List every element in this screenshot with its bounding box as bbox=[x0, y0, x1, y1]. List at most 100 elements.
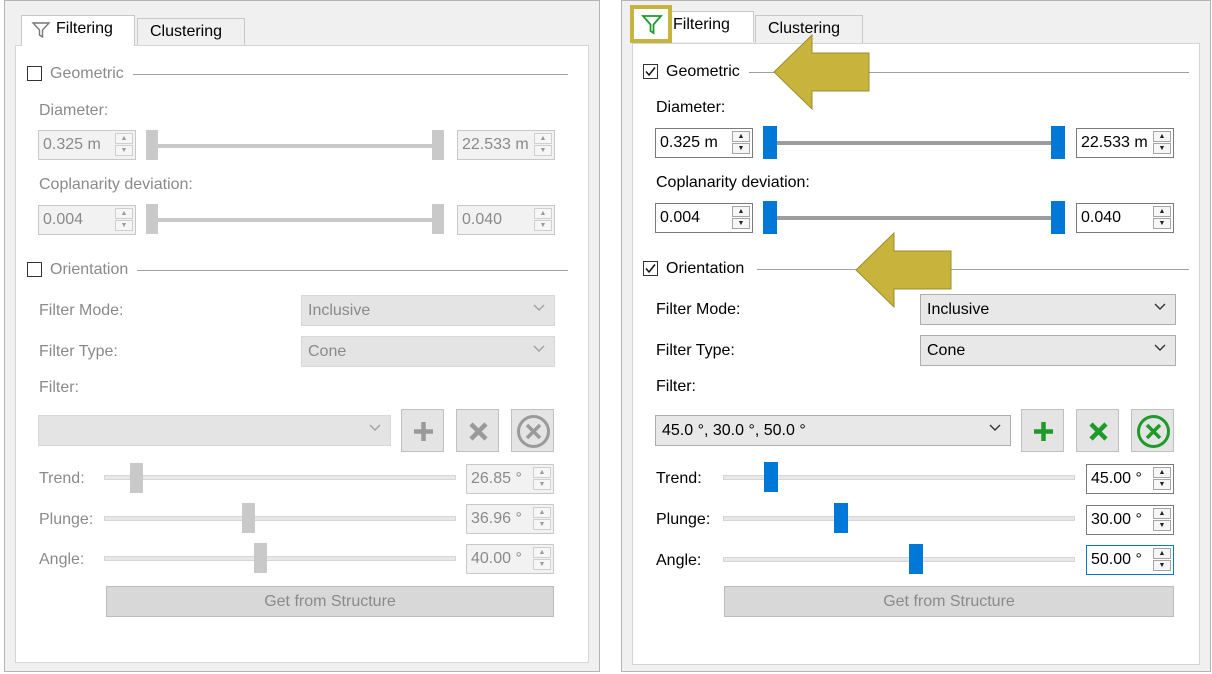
clear-filters-button[interactable] bbox=[1131, 409, 1174, 452]
plunge-slider-handle[interactable] bbox=[242, 503, 255, 533]
spin-buttons[interactable]: ▲ ▼ bbox=[1153, 548, 1171, 572]
trend-label: Trend: bbox=[656, 470, 702, 487]
orientation-label: Orientation bbox=[50, 261, 129, 278]
spin-buttons[interactable]: ▲ ▼ bbox=[1153, 206, 1171, 230]
coplanarity-max-handle[interactable] bbox=[432, 204, 444, 234]
spin-buttons[interactable]: ▲ ▼ bbox=[1153, 131, 1171, 155]
filter-label: Filter: bbox=[656, 378, 696, 395]
angle-slider-track[interactable] bbox=[723, 557, 1075, 562]
trend-value: 26.85 ° bbox=[471, 470, 522, 487]
filter-list-select[interactable]: 45.0 °, 30.0 °, 50.0 ° bbox=[655, 415, 1011, 446]
get-from-structure-button[interactable]: Get from Structure bbox=[106, 586, 554, 617]
diameter-label: Diameter: bbox=[39, 102, 109, 119]
plunge-spinbox[interactable]: 36.96 ° ▲ ▼ bbox=[466, 504, 554, 534]
coplanarity-range-track[interactable] bbox=[152, 218, 442, 222]
diameter-label: Diameter: bbox=[656, 99, 726, 116]
trend-slider-track[interactable] bbox=[104, 475, 456, 480]
coplanarity-min-spinbox[interactable]: 0.004 ▲ ▼ bbox=[655, 203, 753, 233]
diameter-max-spinbox[interactable]: 22.533 m ▲ ▼ bbox=[457, 130, 555, 160]
trend-slider-handle[interactable] bbox=[764, 462, 778, 492]
coplanarity-max-value: 0.040 bbox=[1081, 209, 1122, 226]
angle-value: 40.00 ° bbox=[471, 550, 522, 567]
remove-filter-button[interactable] bbox=[1076, 409, 1119, 452]
geometric-label: Geometric bbox=[666, 63, 740, 80]
plunge-spinbox[interactable]: 30.00 ° ▲ ▼ bbox=[1086, 505, 1174, 535]
angle-label: Angle: bbox=[39, 551, 85, 568]
spin-buttons[interactable]: ▲ ▼ bbox=[115, 133, 133, 157]
angle-slider-track[interactable] bbox=[104, 556, 456, 561]
geometric-checkbox[interactable] bbox=[27, 66, 42, 81]
plunge-slider-track[interactable] bbox=[104, 516, 456, 521]
spin-buttons[interactable]: ▲ ▼ bbox=[732, 131, 750, 155]
coplanarity-max-spinbox[interactable]: 0.040 ▲ ▼ bbox=[457, 205, 555, 235]
funnel-icon-highlight[interactable] bbox=[630, 5, 672, 43]
filter-mode-select[interactable]: Inclusive bbox=[920, 294, 1176, 325]
angle-slider-handle[interactable] bbox=[254, 543, 267, 573]
filter-mode-select[interactable]: Inclusive bbox=[301, 295, 555, 326]
spin-buttons[interactable]: ▲ ▼ bbox=[1153, 467, 1171, 491]
filter-type-select[interactable]: Cone bbox=[301, 336, 555, 367]
angle-value: 50.00 ° bbox=[1091, 551, 1142, 568]
diameter-min-handle[interactable] bbox=[146, 130, 158, 160]
chevron-down-icon bbox=[1154, 303, 1166, 310]
trend-slider-handle[interactable] bbox=[130, 463, 143, 493]
filter-label: Filter: bbox=[39, 379, 79, 396]
coplanarity-max-spinbox[interactable]: 0.040 ▲ ▼ bbox=[1076, 203, 1174, 233]
coplanarity-min-handle[interactable] bbox=[146, 204, 158, 234]
spin-buttons[interactable]: ▲ ▼ bbox=[534, 133, 552, 157]
diameter-min-handle[interactable] bbox=[763, 126, 777, 159]
add-filter-button[interactable] bbox=[401, 409, 444, 452]
trend-value: 45.00 ° bbox=[1091, 470, 1142, 487]
diameter-max-spinbox[interactable]: 22.533 m ▲ ▼ bbox=[1076, 128, 1174, 158]
x-icon bbox=[1089, 422, 1108, 441]
angle-spinbox[interactable]: 40.00 ° ▲ ▼ bbox=[466, 544, 554, 574]
trend-spinbox[interactable]: 45.00 ° ▲ ▼ bbox=[1086, 464, 1174, 494]
plus-icon bbox=[1034, 422, 1053, 441]
trend-spinbox[interactable]: 26.85 ° ▲ ▼ bbox=[466, 464, 554, 494]
tab-filtering[interactable]: Filtering bbox=[21, 15, 135, 46]
spin-buttons[interactable]: ▲ ▼ bbox=[732, 206, 750, 230]
spin-buttons[interactable]: ▲ ▼ bbox=[533, 467, 551, 491]
add-filter-button[interactable] bbox=[1021, 409, 1064, 452]
geometric-checkbox[interactable] bbox=[643, 64, 658, 79]
spin-buttons[interactable]: ▲ ▼ bbox=[1153, 508, 1171, 532]
angle-slider-handle[interactable] bbox=[909, 544, 923, 574]
diameter-range-track[interactable] bbox=[152, 144, 442, 148]
chevron-down-icon bbox=[369, 424, 381, 431]
filter-type-select[interactable]: Cone bbox=[920, 335, 1176, 366]
orientation-checkbox[interactable] bbox=[27, 262, 42, 277]
diameter-min-spinbox[interactable]: 0.325 m ▲ ▼ bbox=[38, 130, 136, 160]
remove-filter-button[interactable] bbox=[456, 409, 499, 452]
coplanarity-range-track[interactable] bbox=[773, 216, 1063, 220]
angle-spinbox[interactable]: 50.00 ° ▲ ▼ bbox=[1086, 545, 1174, 575]
circle-x-icon bbox=[1137, 415, 1170, 448]
diameter-max-value: 22.533 m bbox=[462, 136, 529, 153]
diameter-min-spinbox[interactable]: 0.325 m ▲ ▼ bbox=[655, 128, 753, 158]
filter-list-select[interactable] bbox=[38, 415, 391, 446]
spin-buttons[interactable]: ▲ ▼ bbox=[534, 208, 552, 232]
tab-clustering-label: Clustering bbox=[150, 23, 223, 40]
plunge-slider-handle[interactable] bbox=[834, 503, 848, 533]
diameter-max-handle[interactable] bbox=[432, 130, 444, 160]
funnel-icon bbox=[641, 15, 663, 35]
coplanarity-max-handle[interactable] bbox=[1051, 201, 1065, 234]
coplanarity-min-handle[interactable] bbox=[763, 201, 777, 234]
orientation-divider bbox=[757, 269, 1189, 270]
spin-buttons[interactable]: ▲ ▼ bbox=[533, 507, 551, 531]
diameter-max-value: 22.533 m bbox=[1081, 134, 1148, 151]
coplanarity-min-spinbox[interactable]: 0.004 ▲ ▼ bbox=[38, 205, 136, 235]
orientation-checkbox[interactable] bbox=[643, 261, 658, 276]
diameter-range-track[interactable] bbox=[773, 141, 1063, 145]
filtering-content: Geometric Diameter: 0.325 m ▲ ▼ 22.533 m … bbox=[15, 45, 589, 663]
plunge-slider-track[interactable] bbox=[723, 516, 1075, 521]
spin-buttons[interactable]: ▲ ▼ bbox=[533, 547, 551, 571]
tab-clustering[interactable]: Clustering bbox=[137, 18, 245, 46]
diameter-max-handle[interactable] bbox=[1051, 126, 1065, 159]
get-from-structure-button[interactable]: Get from Structure bbox=[724, 586, 1174, 617]
chevron-down-icon bbox=[989, 424, 1001, 431]
checkmark-icon bbox=[645, 67, 656, 77]
spin-buttons[interactable]: ▲ ▼ bbox=[115, 208, 133, 232]
clear-filters-button[interactable] bbox=[511, 409, 554, 452]
filtering-content: Geometric Diameter: 0.325 m ▲ ▼ 22.533 m … bbox=[632, 43, 1200, 665]
tab-filtering-label: Filtering bbox=[56, 20, 113, 37]
